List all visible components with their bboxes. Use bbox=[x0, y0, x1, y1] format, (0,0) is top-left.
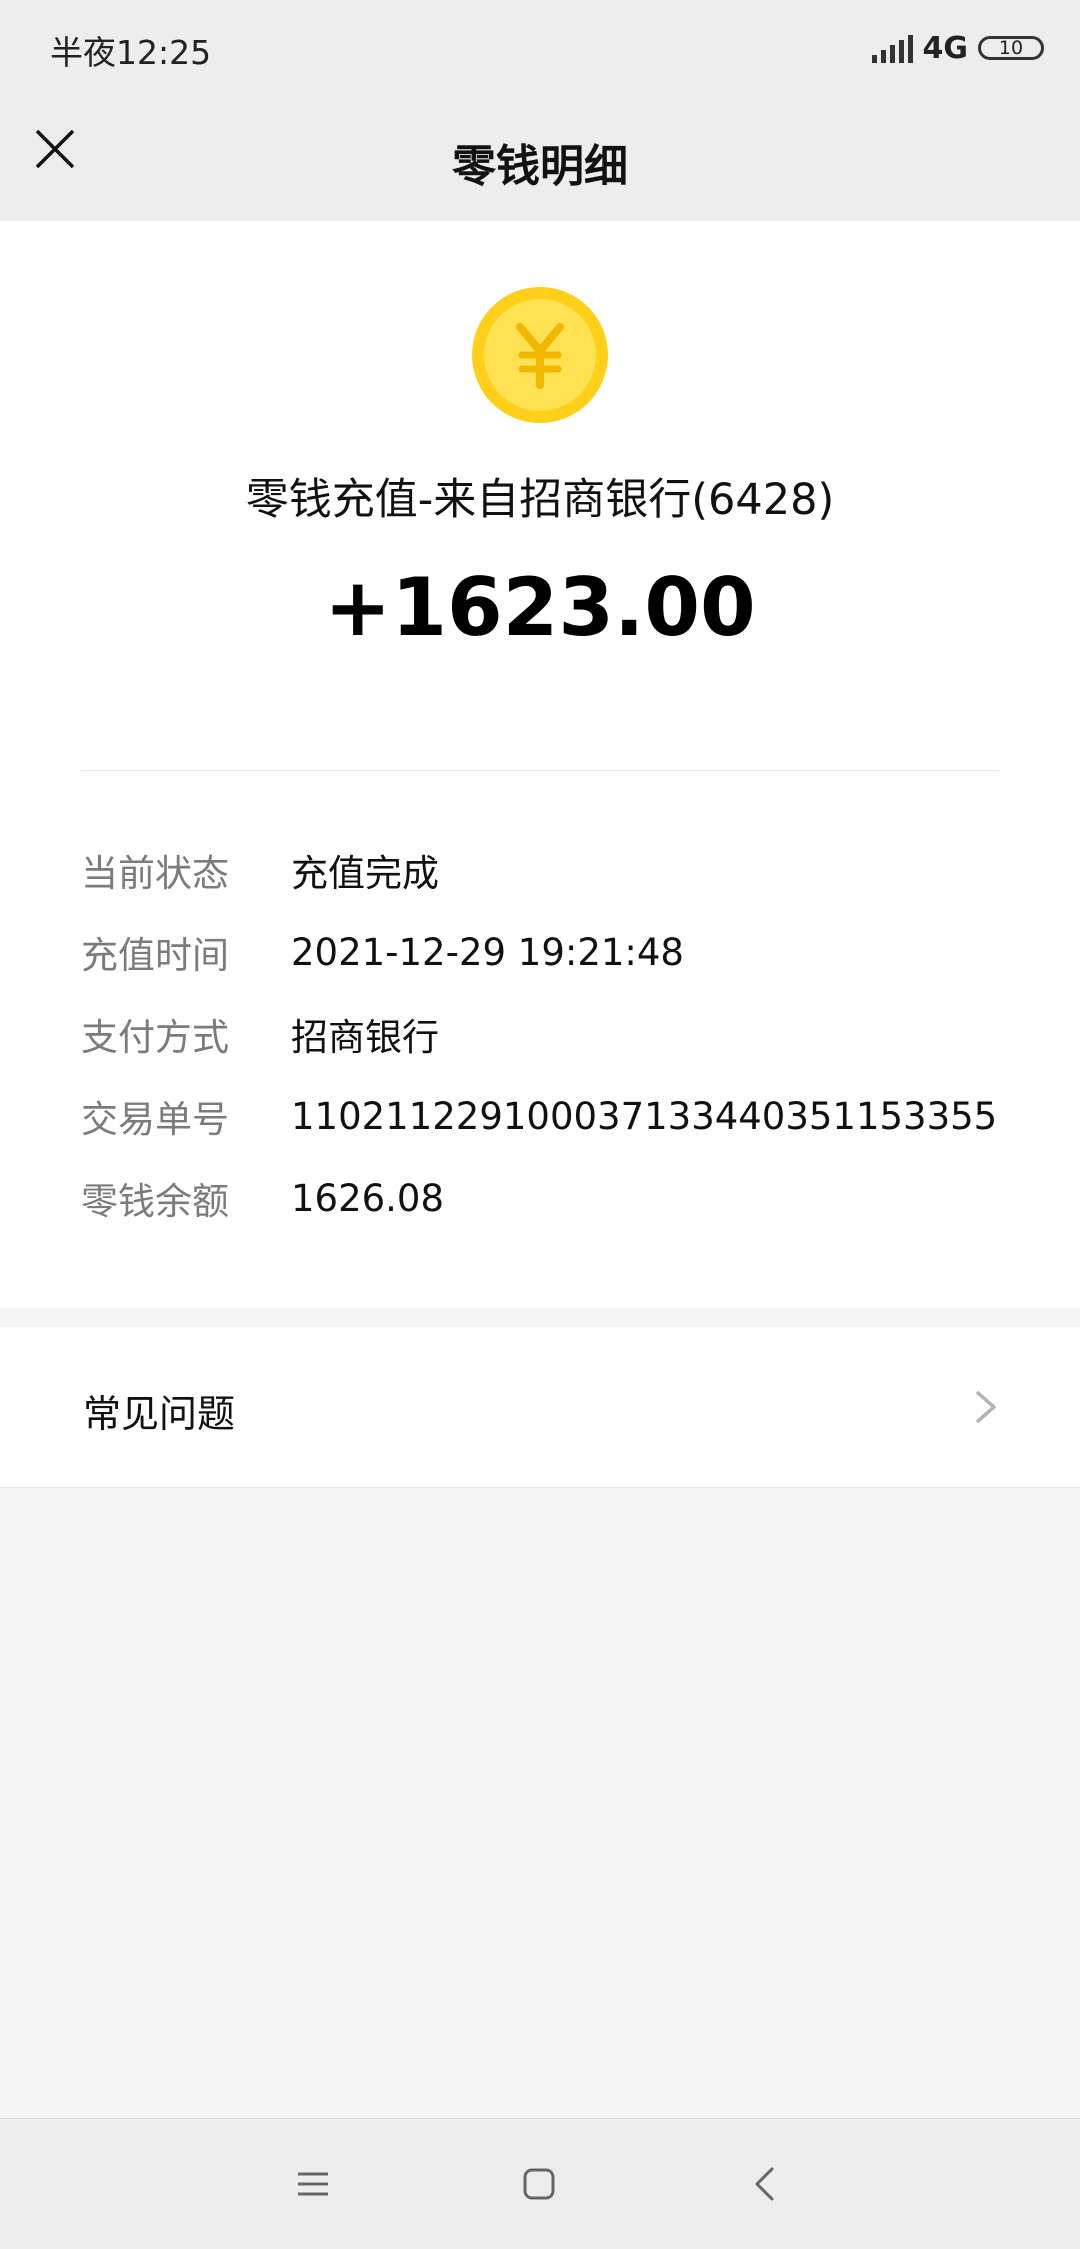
battery-icon: 10 bbox=[978, 36, 1044, 60]
detail-value: 110211229100037133440351153355 bbox=[291, 1094, 998, 1138]
system-nav-bar bbox=[0, 2118, 1080, 2249]
status-time: 半夜12:25 bbox=[50, 33, 212, 72]
detail-row-balance: 零钱余额 1626.08 bbox=[81, 1157, 1021, 1239]
yuan-coin-icon bbox=[472, 287, 608, 423]
faq-row[interactable]: 常见问题 bbox=[0, 1327, 1080, 1488]
header-bar: 零钱明细 bbox=[0, 96, 1080, 221]
detail-label: 交易单号 bbox=[81, 1098, 229, 1141]
detail-label: 支付方式 bbox=[81, 1016, 229, 1059]
detail-label: 零钱余额 bbox=[81, 1180, 229, 1223]
back-icon bbox=[755, 2167, 774, 2201]
status-bar: 半夜12:25 4G 10 bbox=[0, 0, 1080, 96]
signal-icon bbox=[871, 33, 913, 63]
network-type: 4G bbox=[922, 30, 969, 66]
menu-icon bbox=[298, 2172, 328, 2196]
detail-value: 1626.08 bbox=[291, 1176, 445, 1220]
detail-label: 充值时间 bbox=[81, 934, 229, 977]
battery-level: 10 bbox=[998, 37, 1024, 59]
transaction-amount: +1623.00 bbox=[324, 561, 756, 654]
back-button[interactable] bbox=[740, 2159, 790, 2209]
detail-row-status: 当前状态 充值完成 bbox=[81, 829, 1021, 911]
detail-value: 充值完成 bbox=[291, 852, 439, 895]
detail-row-time: 充值时间 2021-12-29 19:21:48 bbox=[81, 911, 1021, 993]
detail-row-payment: 支付方式 招商银行 bbox=[81, 993, 1021, 1075]
chevron-right-icon bbox=[976, 1391, 996, 1423]
divider bbox=[81, 770, 999, 771]
detail-list: 当前状态 充值完成 充值时间 2021-12-29 19:21:48 支付方式 … bbox=[81, 829, 1021, 1239]
transaction-card: 零钱充值-来自招商银行(6428) +1623.00 当前状态 充值完成 充值时… bbox=[0, 221, 1080, 1308]
status-icons: 4G 10 bbox=[871, 28, 1044, 68]
home-icon bbox=[523, 2168, 555, 2200]
detail-value: 招商银行 bbox=[291, 1016, 439, 1059]
home-button[interactable] bbox=[514, 2159, 564, 2209]
detail-row-order-number: 交易单号 110211229100037133440351153355 bbox=[81, 1075, 1021, 1157]
faq-label: 常见问题 bbox=[83, 1392, 236, 1436]
transaction-title: 零钱充值-来自招商银行(6428) bbox=[245, 475, 835, 525]
detail-label: 当前状态 bbox=[81, 852, 229, 895]
page-title: 零钱明细 bbox=[452, 141, 628, 192]
detail-value: 2021-12-29 19:21:48 bbox=[291, 930, 684, 974]
menu-button[interactable] bbox=[288, 2159, 338, 2209]
